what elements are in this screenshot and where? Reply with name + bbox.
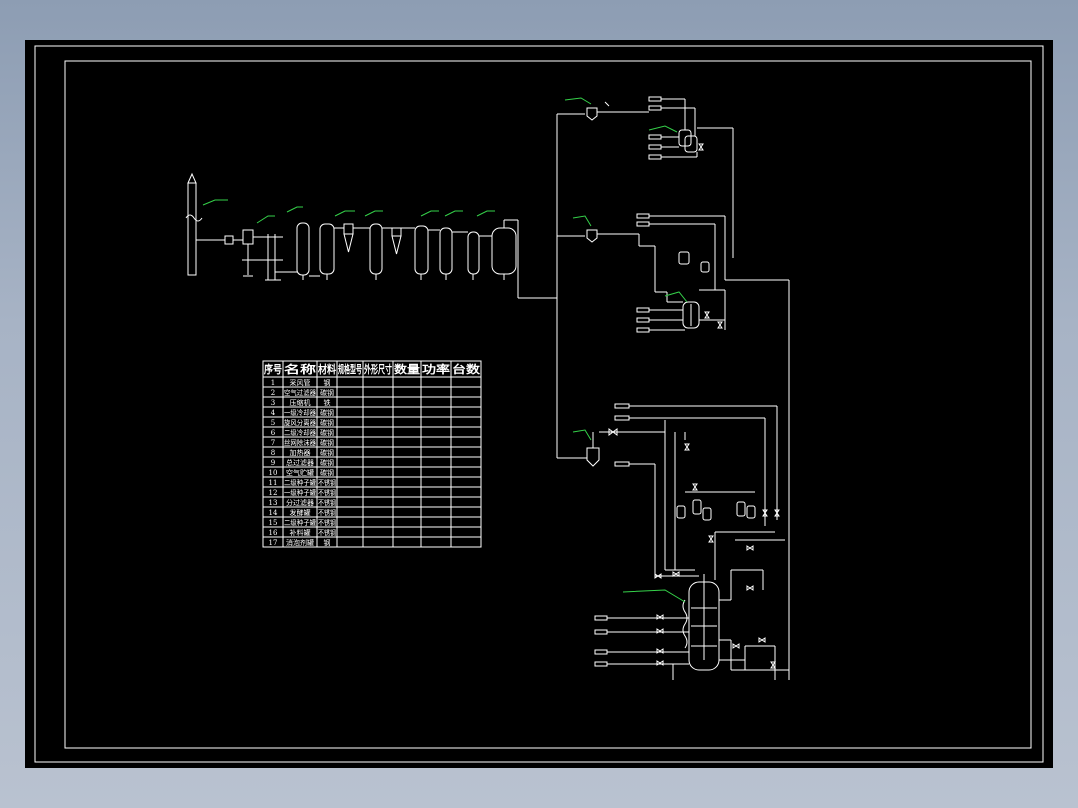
table-cell: 2 (271, 389, 275, 397)
table-cell: 9 (271, 459, 275, 467)
table-cell: 11 (269, 479, 278, 487)
compressor (242, 229, 297, 281)
table-cell: 二级种子罐 (284, 518, 316, 527)
table-cell: 不锈钢 (318, 478, 336, 487)
second-seed-branch (572, 213, 790, 680)
leader-lines-train (202, 199, 495, 224)
table-header-3: 材料 (318, 362, 336, 376)
outer-frame (34, 45, 1044, 763)
table-cell: 补料罐 (290, 528, 311, 537)
inner-frame (64, 60, 1032, 749)
table-cell: 丝网除沫器 (284, 438, 316, 447)
table-cell: 旋风分离器 (284, 418, 316, 427)
table-cell: 发酵罐 (290, 508, 311, 517)
distribution-header (540, 113, 587, 459)
table-header-1: 序号 (264, 362, 282, 376)
second-cooler (353, 223, 402, 280)
table-cell: 6 (271, 429, 276, 437)
table-cell: 钢 (324, 538, 331, 547)
table-cell: 8 (271, 449, 275, 457)
table-cell: 16 (269, 529, 278, 537)
table-cell: 3 (271, 399, 275, 407)
table-cell: 碳钢 (320, 418, 334, 427)
table-header-7: 功率 (422, 362, 450, 376)
table-cell: 分过滤器 (286, 498, 314, 507)
table-cell: 13 (269, 499, 278, 507)
fermenter-branch (572, 403, 789, 680)
table-cell: 碳钢 (320, 388, 334, 397)
table-cell: 15 (269, 519, 278, 527)
air-filter (224, 235, 243, 245)
cyclone-separator (319, 223, 354, 280)
first-seed-branch (564, 96, 734, 258)
table-header-2: 名称 (284, 362, 316, 376)
table-cell: 铁 (324, 398, 331, 407)
table-cell: 碳钢 (320, 408, 334, 417)
table-cell: 不锈钢 (318, 508, 336, 517)
air-receiver (479, 219, 557, 299)
table-cell: 不锈钢 (318, 528, 336, 537)
table-cell: 5 (271, 419, 275, 427)
first-cooler (296, 222, 320, 280)
table-cell: 二级种子罐 (284, 478, 316, 487)
main-filter (452, 231, 480, 280)
air-intake-pipe (185, 172, 225, 276)
table-cell: 碳钢 (320, 428, 334, 437)
table-cell: 空气贮罐 (286, 468, 314, 477)
table-cell: 14 (269, 509, 278, 517)
table-cell: 12 (269, 489, 278, 497)
equipment-table: 序号名称 材料规格型号外形尺寸数量 功率 台数1 采风管 钢2 空气过滤器 碳钢3 压缩机 铁4 一… (262, 360, 482, 548)
table-cell: 总过滤器 (286, 458, 314, 467)
table-cell: 二级冷却器 (284, 428, 316, 437)
table-cell: 碳钢 (320, 468, 334, 477)
table-cell: 7 (271, 439, 275, 447)
table-cell: 一级冷却器 (284, 408, 316, 417)
table-cell: 一级种子罐 (284, 488, 316, 497)
table-header-5: 外形尺寸 (363, 362, 392, 376)
table-cell: 空气过滤器 (284, 388, 316, 397)
cad-viewport[interactable]: 序号 名称 材料 规格型号 外形尺寸 数量 功率 台数 1 采风管钢 2 空气过滤器 碳钢 3 压缩机铁 4 一… (25, 40, 1053, 768)
table-cell: 钢 (324, 378, 331, 387)
table-cell: 不锈钢 (318, 488, 336, 497)
table-cell: 加热器 (290, 448, 311, 457)
mist-eliminator (401, 225, 429, 280)
table-header-8: 台数 (452, 362, 481, 376)
table-cell: 1 (271, 379, 275, 387)
table-cell: 10 (269, 469, 278, 477)
table-cell: 不锈钢 (318, 518, 336, 527)
table-cell: 压缩机 (290, 398, 311, 407)
table-cell: 不锈钢 (318, 498, 336, 507)
table-cell: 4 (271, 409, 276, 417)
process-flow-drawing: 序号名称 材料规格型号外形尺寸数量 功率 台数1 采风管 钢2 空气过滤器 碳钢3 压缩机 铁4 一… (34, 45, 1044, 763)
table-cell: 消泡剂罐 (286, 538, 314, 547)
table-cell: 碳钢 (320, 448, 334, 457)
table-cell: 17 (269, 539, 278, 547)
table-cell: 碳钢 (320, 438, 334, 447)
table-cell: 碳钢 (320, 458, 334, 467)
table-cell: 采风管 (290, 378, 311, 387)
table-header-6: 数量 (394, 362, 420, 376)
table-header-4: 规格型号 (338, 362, 362, 376)
heater (428, 227, 453, 280)
